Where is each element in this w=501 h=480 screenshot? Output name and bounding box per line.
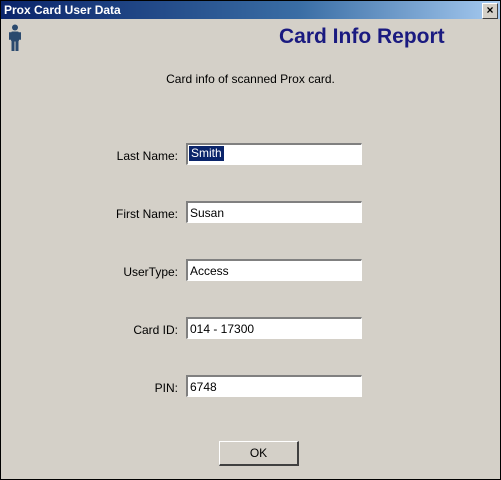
card-id-label: Card ID: <box>133 323 178 337</box>
close-icon: × <box>486 3 494 17</box>
person-icon <box>9 24 21 51</box>
last-name-label: Last Name: <box>116 149 178 163</box>
report-title: Card Info Report <box>279 25 445 48</box>
title-bar[interactable]: Prox Card User Data × <box>1 1 500 19</box>
close-button[interactable]: × <box>482 3 498 19</box>
ok-button[interactable]: OK <box>219 441 299 466</box>
card-id-field[interactable] <box>186 317 362 339</box>
pin-field[interactable] <box>186 375 362 397</box>
first-name-label: First Name: <box>115 207 178 221</box>
dialog-window: Prox Card User Data × Card Info Report C… <box>0 0 501 480</box>
user-type-field[interactable] <box>186 259 362 281</box>
pin-label: PIN: <box>154 381 178 395</box>
user-type-label: UserType: <box>123 265 178 279</box>
window-title: Prox Card User Data <box>4 3 121 17</box>
last-name-selection: Smith <box>189 146 224 161</box>
first-name-field[interactable] <box>186 201 362 223</box>
report-subtitle: Card info of scanned Prox card. <box>166 72 335 86</box>
